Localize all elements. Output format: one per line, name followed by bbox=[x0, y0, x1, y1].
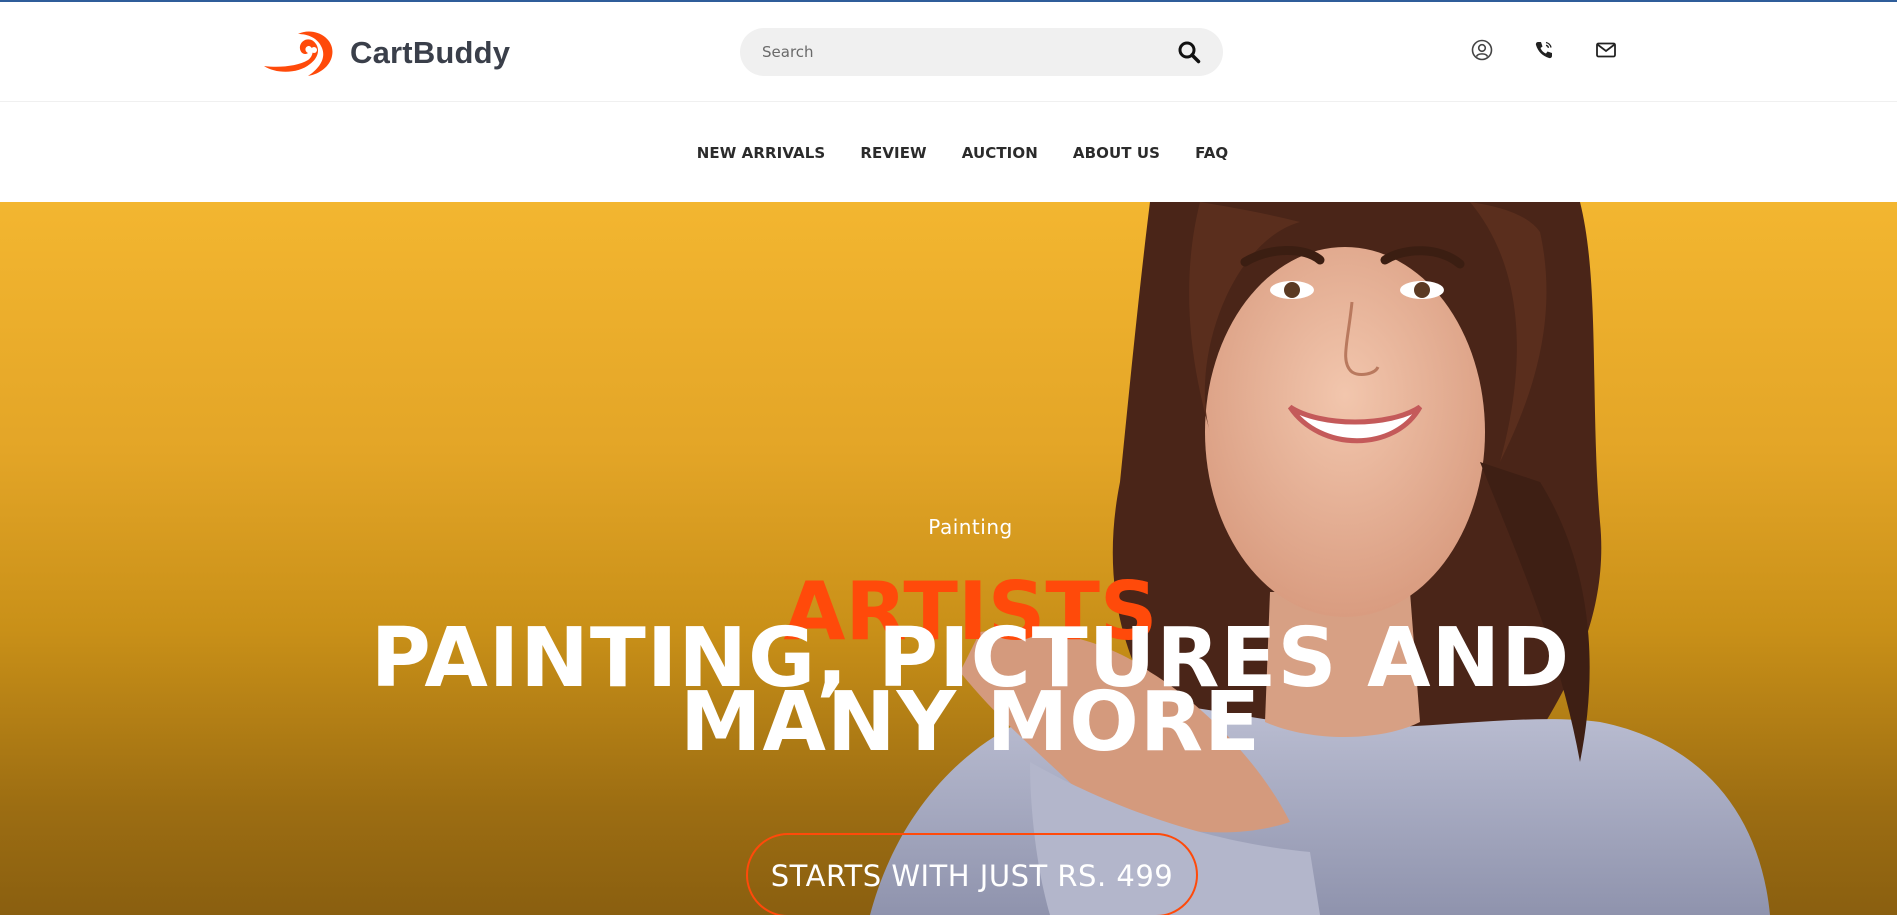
hero-photo-smiling-woman bbox=[870, 202, 1770, 915]
nav-item-about-us[interactable]: ABOUT US bbox=[1073, 144, 1160, 162]
account-button[interactable] bbox=[1470, 38, 1494, 62]
nav-item-faq[interactable]: FAQ bbox=[1195, 144, 1228, 162]
mail-icon bbox=[1596, 42, 1616, 58]
nav-item-new-arrivals[interactable]: NEW ARRIVALS bbox=[697, 144, 826, 162]
nav-item-review[interactable]: REVIEW bbox=[860, 144, 926, 162]
hero-cta-button[interactable]: STARTS WITH JUST RS. 499 bbox=[746, 833, 1198, 915]
nav-list: NEW ARRIVALS REVIEW AUCTION ABOUT US FAQ bbox=[697, 144, 1229, 162]
hero-title: PAINTING, PICTURES AND MANY MORE bbox=[0, 618, 1897, 770]
search-input[interactable] bbox=[762, 43, 1173, 61]
search-bar bbox=[740, 28, 1223, 76]
brand-name: CartBuddy bbox=[350, 35, 511, 70]
phone-button[interactable] bbox=[1532, 38, 1556, 62]
site-header: CartBuddy bbox=[0, 2, 1897, 102]
brand-logo-link[interactable]: CartBuddy bbox=[258, 28, 510, 78]
nav-item-auction[interactable]: AUCTION bbox=[962, 144, 1038, 162]
hero-eyebrow: Painting bbox=[928, 515, 1013, 539]
search-icon bbox=[1178, 41, 1201, 64]
search-button[interactable] bbox=[1173, 36, 1205, 68]
mail-button[interactable] bbox=[1594, 38, 1618, 62]
user-icon bbox=[1471, 39, 1493, 61]
main-navigation: NEW ARRIVALS REVIEW AUCTION ABOUT US FAQ bbox=[0, 103, 1897, 202]
hero-title-line-2: MANY MORE bbox=[679, 675, 1262, 770]
phone-icon bbox=[1535, 41, 1552, 59]
hero-banner: Painting ARTISTS PAINTING, PICTURES AND … bbox=[0, 202, 1897, 915]
header-icon-group bbox=[1470, 38, 1618, 62]
brand-swirl-icon bbox=[264, 31, 333, 76]
